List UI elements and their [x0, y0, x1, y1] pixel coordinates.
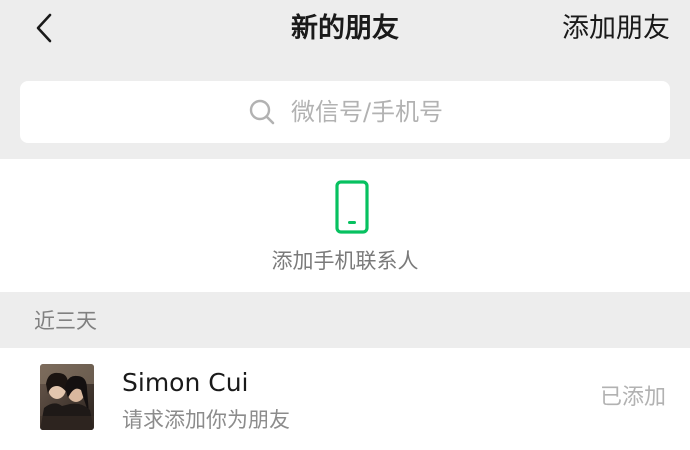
add-phone-contacts-label: 添加手机联系人	[271, 249, 419, 273]
navigation-bar: 新的朋友 添加朋友	[0, 0, 690, 62]
new-friends-screen: 新的朋友 添加朋友 微信号/手机号 添加手机联系人 近三天 Simon Cui …	[0, 0, 690, 450]
friend-name: Simon Cui	[122, 368, 249, 397]
section-header-recent: 近三天	[34, 309, 97, 333]
search-icon	[247, 97, 277, 127]
status-badge: 已添加	[599, 385, 666, 410]
mobile-phone-icon	[335, 180, 369, 234]
add-phone-contacts-button[interactable]: 添加手机联系人	[0, 159, 690, 292]
friend-request-item[interactable]: Simon Cui 请求添加你为朋友 已添加	[0, 348, 690, 450]
add-friend-button[interactable]: 添加朋友	[562, 11, 670, 47]
avatar	[40, 364, 94, 430]
search-placeholder: 微信号/手机号	[290, 98, 444, 126]
friend-request-message: 请求添加你为朋友	[122, 408, 290, 432]
search-input[interactable]: 微信号/手机号	[20, 81, 670, 143]
